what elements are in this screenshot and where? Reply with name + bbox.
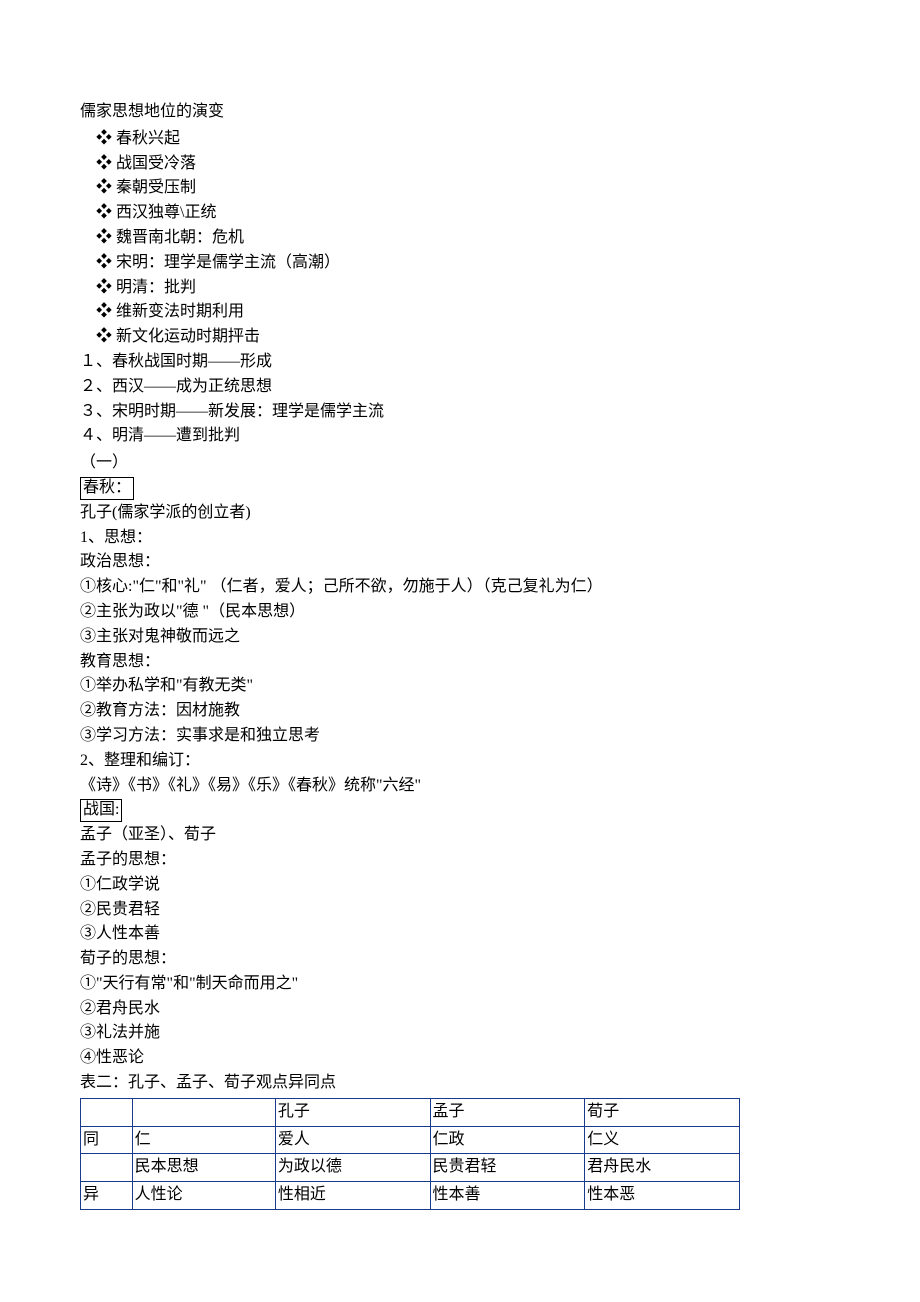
page-title: 儒家思想地位的演变 [80,100,840,125]
list-item: ③学习方法：实事求是和独立思考 [80,724,840,749]
political-thought-header: 政治思想： [80,550,840,575]
mengzi-header: 孟子的思想： [80,848,840,873]
education-thought-header: 教育思想： [80,650,840,675]
table-cell [132,1098,275,1126]
compile-header: 2、整理和编订： [80,749,840,774]
table-cell: 异 [81,1182,133,1210]
list-item: ③人性本善 [80,922,840,947]
list-item: 明清：批判 [80,276,840,301]
list-item: ②主张为政以"德 "（民本思想） [80,600,840,625]
list-item: ①核心:"仁"和"礼" （仁者，爱人；己所不欲，勿施于人）（克己复礼为仁） [80,575,840,600]
table-cell: 孔子 [275,1098,430,1126]
list-item: ２、西汉——成为正统思想 [80,375,840,400]
table-cell: 荀子 [585,1098,740,1126]
list-item: 新文化运动时期抨击 [80,325,840,350]
table-cell: 性相近 [275,1182,430,1210]
list-item: 魏晋南北朝：危机 [80,226,840,251]
list-item: ４、明清——遭到批判 [80,424,840,449]
table-row: 同 仁 爱人 仁政 仁义 [81,1126,740,1154]
list-item: 西汉独尊\正统 [80,201,840,226]
chunqiu-period-label: 春秋： [80,477,134,500]
table-cell [81,1098,133,1126]
list-item: 战国受冷落 [80,152,840,177]
list-item: ②民贵君轻 [80,898,840,923]
table-cell: 性本恶 [585,1182,740,1210]
zhanguo-period-label: 战国: [80,799,122,822]
table-row: 异 人性论 性相近 性本善 性本恶 [81,1182,740,1210]
list-item: ②教育方法：因材施教 [80,699,840,724]
table-cell: 仁政 [430,1126,585,1154]
list-item: ３、宋明时期——新发展：理学是儒学主流 [80,400,840,425]
table-cell: 仁义 [585,1126,740,1154]
section-marker: （一） [80,451,840,476]
table-cell: 人性论 [132,1182,275,1210]
table-cell: 民贵君轻 [430,1154,585,1182]
list-item: 维新变法时期利用 [80,300,840,325]
list-item: ①"天行有常"和"制天命而用之" [80,972,840,997]
table-cell: 仁 [132,1126,275,1154]
list-item: ②君舟民水 [80,997,840,1022]
numbered-summary-list: １、春秋战国时期——形成 ２、西汉——成为正统思想 ３、宋明时期——新发展：理学… [80,350,840,449]
thought-header: 1、思想： [80,526,840,551]
table-row: 孔子 孟子 荀子 [81,1098,740,1126]
xunzi-header: 荀子的思想： [80,947,840,972]
table-cell [81,1154,133,1182]
list-item: ①仁政学说 [80,873,840,898]
table-title: 表二：孔子、孟子、荀子观点异同点 [80,1071,840,1096]
kongzi-intro: 孔子(儒家学派的创立者) [80,501,840,526]
table-cell: 君舟民水 [585,1154,740,1182]
comparison-table: 孔子 孟子 荀子 同 仁 爱人 仁政 仁义 民本思想 为政以德 民贵君轻 君舟民… [80,1098,740,1210]
table-cell: 同 [81,1126,133,1154]
list-item: ①举办私学和"有教无类" [80,674,840,699]
table-cell: 为政以德 [275,1154,430,1182]
mengxun-intro: 孟子（亚圣）、荀子 [80,823,840,848]
list-item: ③主张对鬼神敬而远之 [80,625,840,650]
list-item: ③礼法并施 [80,1021,840,1046]
table-cell: 民本思想 [132,1154,275,1182]
list-item: ④性恶论 [80,1046,840,1071]
list-item: １、春秋战国时期——形成 [80,350,840,375]
table-cell: 爱人 [275,1126,430,1154]
evolution-bullet-list: 春秋兴起 战国受冷落 秦朝受压制 西汉独尊\正统 魏晋南北朝：危机 宋明：理学是… [80,127,840,350]
list-item: 宋明：理学是儒学主流（高潮） [80,251,840,276]
compile-content: 《诗》《书》《礼》《易》《乐》《春秋》统称"六经" [80,774,840,799]
list-item: 秦朝受压制 [80,176,840,201]
table-row: 民本思想 为政以德 民贵君轻 君舟民水 [81,1154,740,1182]
table-cell: 孟子 [430,1098,585,1126]
list-item: 春秋兴起 [80,127,840,152]
table-cell: 性本善 [430,1182,585,1210]
